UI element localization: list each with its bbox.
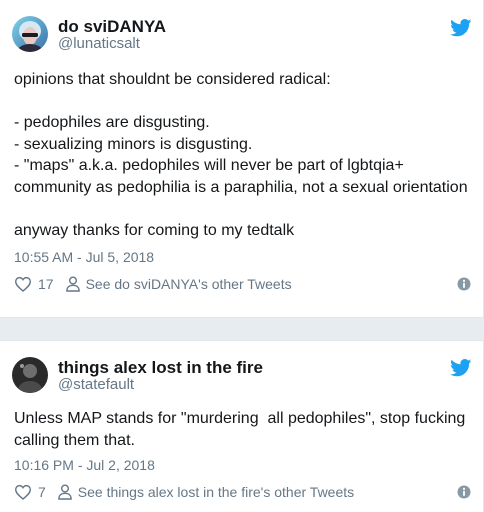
twitter-bird-icon[interactable] [450, 359, 472, 377]
person-icon [65, 276, 80, 292]
see-other-tweets-link[interactable]: See do sviDANYA's other Tweets [86, 276, 292, 292]
display-name[interactable]: do sviDANYA [58, 17, 166, 37]
tweet-feed: do sviDANYA @lunaticsalt opinions that s… [0, 0, 484, 512]
avatar[interactable] [12, 357, 48, 393]
person-icon [57, 484, 72, 500]
like-count: 17 [38, 276, 54, 292]
tweet-text: opinions that shouldnt be considered rad… [14, 71, 468, 239]
tweet-text: Unless MAP stands for "murdering all ped… [14, 410, 466, 449]
heart-icon[interactable] [14, 276, 32, 292]
info-icon[interactable] [457, 277, 471, 291]
tweet-actions: 17 See do sviDANYA's other Tweets [14, 274, 292, 294]
info-icon[interactable] [457, 485, 471, 499]
twitter-bird-icon[interactable] [450, 19, 472, 37]
handle[interactable]: @lunaticsalt [58, 35, 140, 53]
handle[interactable]: @statefault [58, 376, 134, 394]
tweet-timestamp[interactable]: 10:55 AM - Jul 5, 2018 [14, 248, 154, 266]
tweet-actions: 7 See things alex lost in the fire's oth… [14, 482, 354, 502]
heart-icon[interactable] [14, 484, 32, 500]
avatar[interactable] [12, 16, 48, 52]
display-name[interactable]: things alex lost in the fire [58, 358, 263, 378]
see-other-tweets-link[interactable]: See things alex lost in the fire's other… [78, 484, 354, 500]
tweet-timestamp[interactable]: 10:16 PM - Jul 2, 2018 [14, 456, 155, 474]
tweet-card: do sviDANYA @lunaticsalt opinions that s… [0, 0, 484, 318]
like-count: 7 [38, 484, 46, 500]
